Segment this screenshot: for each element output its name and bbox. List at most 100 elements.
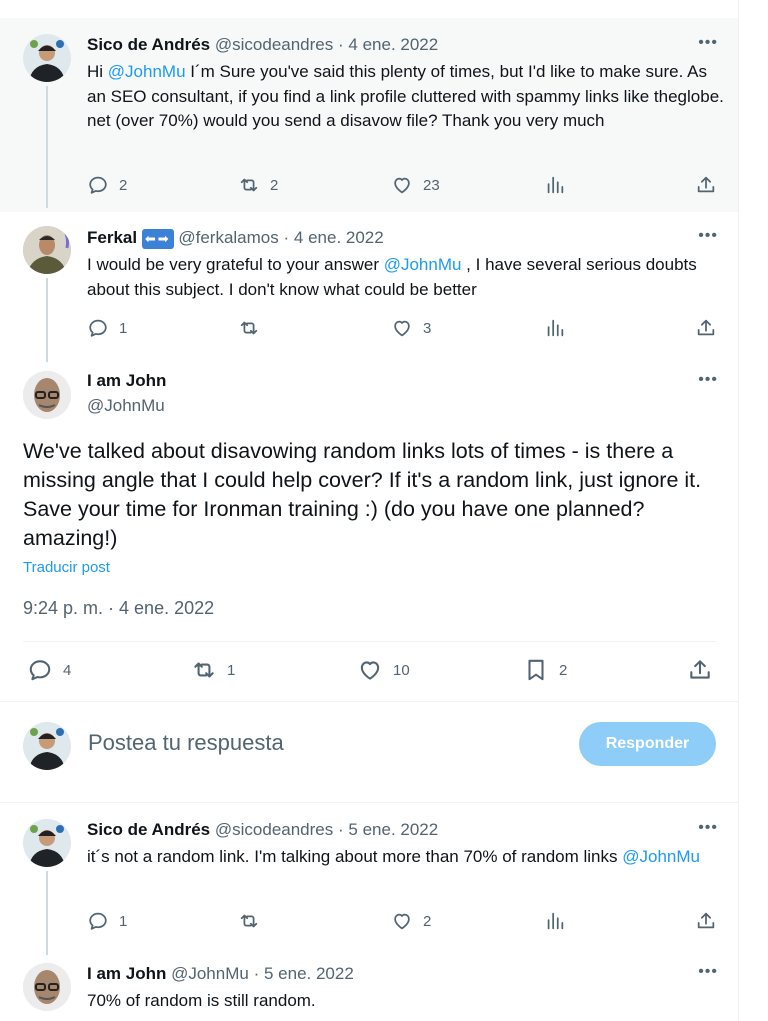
tweet-text: it´s not a random link. I'm talking abou…	[87, 845, 727, 870]
divider	[23, 641, 717, 642]
author-name[interactable]: I am John	[87, 964, 166, 983]
share-button[interactable]	[687, 657, 713, 683]
share-button[interactable]	[695, 910, 717, 932]
author-handle[interactable]: @sicodeandres	[215, 35, 333, 54]
analytics-icon	[547, 319, 564, 337]
views-button[interactable]	[544, 174, 566, 196]
repost-button[interactable]: 2	[238, 174, 278, 196]
mention-link[interactable]: @JohnMu	[384, 255, 462, 274]
share-icon	[697, 912, 715, 929]
reply-icon	[89, 319, 107, 337]
reply-icon	[89, 912, 107, 930]
heart-icon	[360, 661, 380, 680]
reply-count: 1	[119, 912, 128, 930]
action-bar: 1 3	[87, 317, 723, 341]
author-name[interactable]: I am John	[87, 371, 166, 391]
avatar[interactable]	[23, 34, 71, 82]
tweet-header: Sico de Andrés @sicodeandres · 4 ene. 20…	[87, 34, 438, 56]
repost-button[interactable]	[238, 317, 260, 339]
text-part: I would be very grateful to your answer	[87, 255, 384, 274]
share-icon	[697, 319, 715, 336]
avatar[interactable]	[23, 819, 71, 867]
like-button[interactable]: 23	[391, 174, 440, 196]
like-count: 2	[423, 912, 432, 930]
share-button[interactable]	[695, 317, 717, 339]
mention-link[interactable]: @JohnMu	[108, 62, 186, 81]
repost-icon	[240, 178, 258, 192]
tweet-header: Sico de Andrés @sicodeandres · 5 ene. 20…	[87, 819, 438, 841]
more-icon[interactable]: •••	[698, 34, 718, 52]
timeline-column: Sico de Andrés @sicodeandres · 4 ene. 20…	[0, 0, 739, 1021]
like-count: 23	[423, 176, 440, 194]
like-count: 10	[393, 661, 410, 679]
avatar-john-image	[23, 371, 71, 419]
repost-button[interactable]: 1	[191, 657, 235, 683]
heart-icon	[394, 177, 410, 194]
reply-button[interactable]: 2	[87, 174, 127, 196]
repost-icon	[194, 662, 214, 678]
action-bar: 1 2	[87, 910, 723, 934]
reply-button[interactable]: 1	[87, 317, 127, 339]
more-icon[interactable]: •••	[698, 227, 718, 245]
avatar[interactable]	[23, 722, 71, 770]
author-name[interactable]: Sico de Andrés	[87, 820, 210, 839]
separator: ·	[338, 35, 344, 54]
separator: ·	[283, 228, 290, 247]
tweet-header: I am John @JohnMu · 5 ene. 2022	[87, 963, 354, 985]
like-button[interactable]: 10	[357, 657, 410, 683]
reply-button[interactable]: 4	[27, 657, 71, 683]
reply-button[interactable]: 1	[87, 910, 127, 932]
more-icon[interactable]: •••	[698, 963, 718, 981]
separator: ·	[338, 820, 344, 839]
share-icon	[697, 176, 715, 193]
thread-line	[46, 278, 48, 362]
tweet-text: Hi @JohnMu I´m Sure you've said this ple…	[87, 60, 727, 134]
post-date[interactable]: 5 ene. 2022	[264, 964, 354, 983]
share-button[interactable]	[695, 174, 717, 196]
like-button[interactable]: 2	[391, 910, 431, 932]
share-icon	[690, 660, 710, 679]
repost-count: 1	[227, 661, 236, 679]
avatar[interactable]	[23, 226, 71, 274]
views-button[interactable]	[544, 317, 566, 339]
heart-icon	[394, 320, 410, 337]
post-timestamp[interactable]: 9:24 p. m. · 4 ene. 2022	[23, 598, 214, 619]
post-date[interactable]: 5 ene. 2022	[348, 820, 438, 839]
tweet-header: Ferkal ⬅➡ @ferkalamos · 4 ene. 2022	[87, 227, 384, 249]
reply-count: 2	[119, 176, 128, 194]
author-handle[interactable]: @sicodeandres	[215, 820, 333, 839]
repost-count: 2	[270, 176, 279, 194]
avatar[interactable]	[23, 371, 71, 419]
reply-submit-button[interactable]: Responder	[579, 722, 716, 766]
avatar[interactable]	[23, 963, 71, 1011]
translate-link[interactable]: Traducir post	[23, 559, 110, 576]
author-name[interactable]: Sico de Andrés	[87, 35, 210, 54]
views-button[interactable]	[544, 910, 566, 932]
repost-button[interactable]	[238, 910, 260, 932]
reply-input[interactable]: Postea tu respuesta	[88, 730, 284, 756]
post-date[interactable]: 4 ene. 2022	[348, 35, 438, 54]
post-date[interactable]: 4 ene. 2022	[294, 228, 384, 247]
avatar-ferkal-image	[23, 226, 71, 274]
like-button[interactable]: 3	[391, 317, 431, 339]
author-handle[interactable]: @JohnMu	[171, 964, 249, 983]
text-part: it´s not a random link. I'm talking abou…	[87, 847, 623, 866]
divider	[0, 802, 738, 803]
heart-icon	[394, 913, 410, 930]
analytics-icon	[547, 912, 564, 930]
arrows-badge-icon: ⬅➡	[141, 229, 174, 249]
text-part: Hi	[87, 62, 108, 81]
mention-link[interactable]: @JohnMu	[622, 847, 700, 866]
more-icon[interactable]: •••	[698, 371, 718, 389]
reply-icon	[29, 660, 51, 681]
main-tweet-text: We've talked about disavowing random lin…	[23, 439, 702, 550]
author-handle[interactable]: @JohnMu	[87, 396, 165, 416]
analytics-icon	[547, 176, 564, 194]
separator: ·	[253, 964, 260, 983]
more-icon[interactable]: •••	[698, 819, 718, 837]
bookmark-button[interactable]: 2	[523, 657, 567, 683]
author-handle[interactable]: @ferkalamos	[178, 228, 278, 247]
author-name[interactable]: Ferkal	[87, 228, 137, 247]
like-count: 3	[423, 319, 432, 337]
text-part: 70% of random is still random.	[87, 991, 316, 1010]
